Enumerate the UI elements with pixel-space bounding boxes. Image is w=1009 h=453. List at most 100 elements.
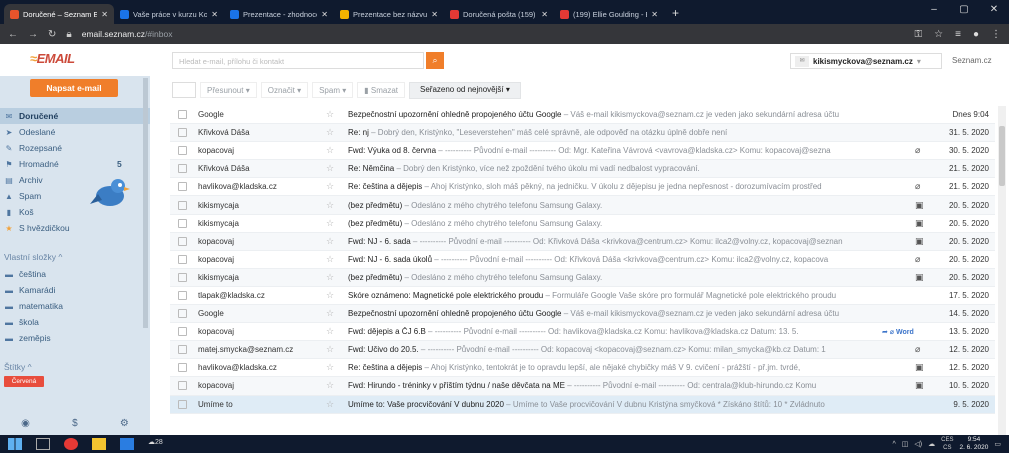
star-icon[interactable]: ☆	[326, 344, 334, 355]
scroll-thumb[interactable]	[999, 126, 1005, 186]
star-icon[interactable]: ☆	[326, 308, 334, 319]
bookmark-star-icon[interactable]: ☆	[934, 29, 943, 40]
email-row[interactable]: kopacovaj ☆ Fwd: Hirundo - tréninky v příš…	[170, 377, 995, 396]
clock[interactable]: 9:54 2. 6. 2020	[959, 436, 988, 452]
browser-tab[interactable]: Doručená pošta (159) - kiki ✕	[444, 4, 554, 24]
sidebar-item-star[interactable]: ★ S hvězdičkou	[0, 220, 150, 236]
task-view-icon[interactable]	[36, 438, 50, 450]
browser-tab[interactable]: Prezentace bez názvu - Prez✕	[334, 4, 444, 24]
email-checkbox[interactable]	[178, 218, 187, 228]
close-window-icon[interactable]: ✕	[979, 0, 1009, 20]
email-checkbox[interactable]	[178, 399, 187, 409]
spam-button[interactable]: Spam ▾	[312, 82, 354, 98]
star-icon[interactable]: ☆	[326, 272, 334, 283]
email-checkbox[interactable]	[178, 363, 187, 373]
email-row[interactable]: kopacovaj ☆ Fwd: NJ - 6. sada úkolů – ----…	[170, 251, 995, 269]
email-row[interactable]: havlikova@kladska.cz ☆ Re: čeština a dějep…	[170, 178, 995, 197]
email-row[interactable]: Google ☆ Bezpečnostní upozornění ohledně p…	[170, 305, 995, 324]
network-icon[interactable]: ◫	[902, 440, 909, 448]
file-explorer-icon[interactable]	[92, 438, 106, 450]
email-checkbox[interactable]	[178, 200, 187, 210]
email-checkbox[interactable]	[178, 254, 187, 264]
star-icon[interactable]: ☆	[326, 163, 334, 174]
compose-button[interactable]: Napsat e-mail	[30, 79, 118, 97]
browser-tab[interactable]: (199) Ellie Goulding - Bu ✕	[554, 4, 664, 24]
custom-folder-item[interactable]: ▬ Kamarádi	[0, 282, 150, 298]
contacts-icon[interactable]: ◉	[21, 418, 30, 429]
star-icon[interactable]: ☆	[326, 254, 334, 265]
star-icon[interactable]: ☆	[326, 362, 334, 373]
page-scrollbar[interactable]	[998, 106, 1006, 435]
sort-dropdown[interactable]: Seřazeno od nejnovější ▾	[409, 81, 521, 99]
close-tab-icon[interactable]: ✕	[431, 10, 438, 19]
email-row[interactable]: havlikova@kladska.cz ☆ Re: čeština a dějep…	[170, 359, 995, 378]
language-indicator[interactable]: CES CS	[941, 436, 953, 452]
sidebar-item-send[interactable]: ➤ Odeslané	[0, 124, 150, 140]
cloud-icon[interactable]: ☁	[928, 440, 935, 448]
gear-icon[interactable]: ⚙	[120, 418, 129, 429]
email-checkbox[interactable]	[178, 327, 187, 337]
browser-tab[interactable]: Vaše práce v kurzu Komunik✕	[114, 4, 224, 24]
email-row[interactable]: kopacovaj ☆ Fwd: Výuka od 8. června – ----…	[170, 142, 995, 161]
close-tab-icon[interactable]: ✕	[211, 10, 218, 19]
email-checkbox[interactable]	[178, 272, 187, 282]
select-all-checkbox[interactable]	[172, 82, 196, 98]
delete-button[interactable]: ▮ Smazat	[357, 82, 405, 98]
email-checkbox[interactable]	[178, 345, 187, 355]
email-checkbox[interactable]	[178, 182, 187, 192]
star-icon[interactable]: ☆	[326, 181, 334, 192]
email-checkbox[interactable]	[178, 290, 187, 300]
profile-icon[interactable]: ●	[973, 29, 979, 40]
custom-folders-header[interactable]: Vlastní složky ^	[0, 248, 150, 266]
email-row[interactable]: kikismycaja ☆ (bez předmětu) – Odesláno z …	[170, 196, 995, 215]
email-row[interactable]: tlapak@kladska.cz ☆ Skóre oznámeno: Magnet…	[170, 287, 995, 306]
dollar-icon[interactable]: $	[72, 418, 78, 429]
maximize-icon[interactable]: ▢	[949, 0, 979, 20]
label-red[interactable]: Červená	[4, 376, 44, 387]
star-icon[interactable]: ☆	[326, 200, 334, 211]
account-switcher[interactable]: ✉ kikismyckova@seznam.cz ▾	[790, 53, 942, 69]
mark-button[interactable]: Označit ▾	[260, 82, 309, 98]
seznam-link[interactable]: Seznam.cz	[952, 56, 992, 65]
menu-icon[interactable]: ⋮	[991, 29, 1001, 40]
chevron-up-icon[interactable]: ^	[892, 441, 895, 448]
star-icon[interactable]: ☆	[326, 399, 334, 410]
star-icon[interactable]: ☆	[326, 145, 334, 156]
url-field[interactable]: email.seznam.cz/#inbox	[82, 29, 905, 39]
email-row[interactable]: Umíme to ☆ Umíme to: Vaše procvičování V d…	[170, 395, 995, 414]
sidebar-item-bulk[interactable]: ⚑ Hromadné 5	[0, 156, 150, 172]
move-button[interactable]: Přesunout ▾	[200, 82, 257, 98]
chrome-icon[interactable]	[64, 438, 78, 450]
notifications-icon[interactable]: ▭	[994, 440, 1001, 448]
sidebar-item-inbox[interactable]: ✉ Doručené	[0, 108, 150, 124]
browser-tab[interactable]: Prezentace - zhodnocení zp ✕	[224, 4, 334, 24]
extensions-icon[interactable]: ≡	[955, 29, 961, 40]
email-checkbox[interactable]	[178, 164, 187, 174]
reload-icon[interactable]: ↻	[48, 29, 56, 40]
search-input[interactable]: Hledat e-mail, přílohu či kontakt	[172, 52, 424, 69]
star-icon[interactable]: ☆	[326, 127, 334, 138]
email-row[interactable]: kikismycaja ☆ (bez předmětu) – Odesláno z …	[170, 215, 995, 233]
windows-start-icon[interactable]	[8, 438, 22, 450]
star-icon[interactable]: ☆	[326, 326, 334, 337]
search-icon[interactable]: ⌕	[426, 52, 444, 69]
star-icon[interactable]: ☆	[326, 290, 334, 301]
email-row[interactable]: Křivková Dáša ☆ Re: Němčina – Dobrý den Kr…	[170, 160, 995, 179]
star-icon[interactable]: ☆	[326, 380, 334, 391]
browser-tab[interactable]: Doručené – Seznam Email✕	[4, 4, 114, 24]
volume-icon[interactable]: ◁)	[914, 440, 922, 448]
new-tab-icon[interactable]: +	[664, 6, 687, 24]
email-row[interactable]: kikismycaja ☆ (bez předmětu) – Odesláno z …	[170, 268, 995, 287]
weather-icon[interactable]: ☁28	[148, 438, 169, 450]
forward-icon[interactable]: →	[28, 29, 38, 40]
close-tab-icon[interactable]: ✕	[101, 10, 108, 19]
email-row[interactable]: Křivková Dáša ☆ Re: nj – Dobrý den, Kristý…	[170, 124, 995, 143]
close-tab-icon[interactable]: ✕	[541, 10, 548, 19]
key-icon[interactable]: ⚿	[915, 29, 923, 40]
custom-folder-item[interactable]: ▬ zeměpis	[0, 330, 150, 346]
custom-folder-item[interactable]: ▬ čeština	[0, 266, 150, 282]
email-checkbox[interactable]	[178, 309, 187, 319]
email-checkbox[interactable]	[178, 381, 187, 391]
labels-header[interactable]: Štítky ^	[0, 358, 150, 376]
store-icon[interactable]	[120, 438, 134, 450]
